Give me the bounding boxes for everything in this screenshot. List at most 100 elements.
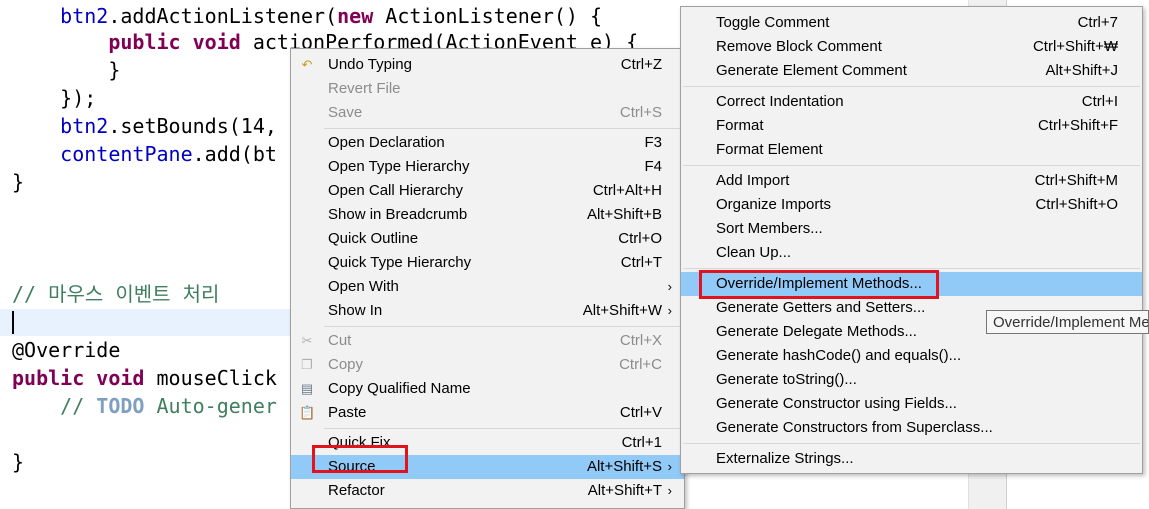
- menu-item-generate-element-comment[interactable]: Generate Element Comment Alt+Shift+J: [681, 59, 1142, 83]
- menu-item-shortcut: Alt+Shift+J: [1045, 62, 1118, 79]
- menu-item-shortcut: Ctrl+Alt+H: [592, 182, 662, 199]
- menu-item-shortcut: Ctrl+Shift+₩: [1032, 38, 1118, 55]
- menu-item-remove-block-comment[interactable]: Remove Block Comment Ctrl+Shift+₩: [681, 35, 1142, 59]
- code-text: .: [108, 4, 121, 28]
- code-field: contentPane: [60, 142, 193, 166]
- menu-item-organize-imports[interactable]: Organize Imports Ctrl+Shift+O: [681, 193, 1142, 217]
- code-comment: Auto-gener: [144, 394, 277, 418]
- menu-item-externalize-strings[interactable]: Externalize Strings...: [681, 447, 1142, 471]
- menu-item-undo-typing[interactable]: ↶ Undo Typing Ctrl+Z: [291, 53, 684, 77]
- menu-item-label: Open Type Hierarchy: [328, 158, 470, 175]
- paste-icon: 📋: [299, 405, 316, 420]
- code-line: }: [12, 56, 120, 84]
- code-todo: TODO: [96, 394, 145, 418]
- code-text: }: [12, 170, 25, 194]
- code-keyword: new: [337, 4, 374, 28]
- menu-item-sort-members[interactable]: Sort Members...: [681, 217, 1142, 241]
- menu-item-shortcut: Ctrl+S: [619, 104, 662, 121]
- menu-item-shortcut: Ctrl+I: [1081, 93, 1118, 110]
- menu-item-revert-file[interactable]: Revert File: [291, 77, 684, 101]
- menu-item-label: Local History: [328, 503, 415, 508]
- menu-item-label: Refactor: [328, 482, 385, 499]
- menu-item-label: Show In: [328, 302, 383, 319]
- menu-item-label: Toggle Comment: [716, 14, 830, 31]
- menu-item-open-declaration[interactable]: Open Declaration F3: [291, 131, 684, 155]
- menu-item-shortcut: Ctrl+Shift+M: [1034, 172, 1118, 189]
- menu-item-open-type-hierarchy[interactable]: Open Type Hierarchy F4: [291, 155, 684, 179]
- menu-item-open-call-hierarchy[interactable]: Open Call Hierarchy Ctrl+Alt+H: [291, 179, 684, 203]
- menu-item-quick-type-hierarchy[interactable]: Quick Type Hierarchy Ctrl+T: [291, 251, 684, 275]
- menu-separator: [324, 128, 682, 129]
- menu-item-open-with[interactable]: Open With ›: [291, 275, 684, 299]
- menu-item-format[interactable]: Format Ctrl+Shift+F: [681, 114, 1142, 138]
- menu-item-label: Clean Up...: [716, 244, 792, 261]
- menu-item-shortcut: Ctrl+Shift+F: [1037, 117, 1118, 134]
- code-text: addActionListener(: [120, 4, 338, 28]
- menu-item-label: Generate hashCode() and equals()...: [716, 347, 962, 364]
- menu-item-label: Open Call Hierarchy: [328, 182, 464, 199]
- menu-item-show-in-breadcrumb[interactable]: Show in Breadcrumb Alt+Shift+B: [291, 203, 684, 227]
- menu-item-label: Quick Outline: [328, 230, 419, 247]
- submenu-arrow-icon: ›: [667, 303, 672, 318]
- source-submenu: Toggle Comment Ctrl+7 Remove Block Comment…: [680, 6, 1143, 474]
- menu-item-show-in[interactable]: Show In Alt+Shift+W ›: [291, 299, 684, 323]
- menu-item-label: Remove Block Comment: [716, 38, 882, 55]
- code-keyword: void: [192, 30, 241, 54]
- tooltip: Override/Implement Methods...: [986, 310, 1149, 334]
- menu-item-shortcut: Ctrl+Z: [620, 56, 662, 73]
- menu-item-label: Sort Members...: [716, 220, 823, 237]
- menu-item-label: Generate Delegate Methods...: [716, 323, 917, 340]
- code-keyword: public: [108, 30, 181, 54]
- menu-item-copy[interactable]: ❐ Copy Ctrl+C: [291, 353, 684, 377]
- menu-item-label: Show in Breadcrumb: [328, 206, 468, 223]
- code-text: }: [108, 58, 121, 82]
- code-text: }: [12, 450, 25, 474]
- code-line: btn2.addActionListener(new ActionListene…: [12, 2, 602, 30]
- menu-item-generate-constructor-fields[interactable]: Generate Constructor using Fields...: [681, 392, 1142, 416]
- menu-item-paste[interactable]: 📋 Paste Ctrl+V: [291, 401, 684, 425]
- menu-item-correct-indentation[interactable]: Correct Indentation Ctrl+I: [681, 90, 1142, 114]
- menu-item-label: Generate Constructor using Fields...: [716, 395, 957, 412]
- menu-item-shortcut: Ctrl+Shift+O: [1035, 196, 1118, 213]
- menu-item-copy-qualified-name[interactable]: ▤ Copy Qualified Name: [291, 377, 684, 401]
- cut-icon: ✂: [301, 333, 313, 348]
- menu-item-local-history[interactable]: Local History ›: [291, 503, 684, 508]
- code-text: ActionListener() {: [373, 4, 603, 28]
- menu-item-label: Copy: [328, 356, 364, 373]
- menu-item-clean-up[interactable]: Clean Up...: [681, 241, 1142, 265]
- menu-item-generate-tostring[interactable]: Generate toString()...: [681, 368, 1142, 392]
- menu-item-shortcut: F3: [644, 134, 662, 151]
- menu-separator: [683, 86, 1140, 87]
- copy-qualified-name-icon: ▤: [300, 381, 314, 396]
- menu-item-format-element[interactable]: Format Element: [681, 138, 1142, 162]
- code-line: // 마우스 이벤트 처리: [12, 280, 219, 308]
- code-line: contentPane.add(bt: [12, 140, 277, 168]
- menu-item-toggle-comment[interactable]: Toggle Comment Ctrl+7: [681, 11, 1142, 35]
- menu-item-shortcut: F4: [644, 158, 662, 175]
- menu-item-shortcut: Alt+Shift+T: [587, 482, 662, 499]
- menu-item-generate-constructors-superclass[interactable]: Generate Constructors from Superclass...: [681, 416, 1142, 440]
- menu-item-shortcut: Alt+Shift+B: [586, 206, 662, 223]
- code-text: mouseClick: [144, 366, 277, 390]
- context-menu: ↶ Undo Typing Ctrl+Z Revert File Save Ctrl+S O…: [290, 48, 685, 509]
- menu-item-add-import[interactable]: Add Import Ctrl+Shift+M: [681, 169, 1142, 193]
- menu-item-quick-outline[interactable]: Quick Outline Ctrl+O: [291, 227, 684, 251]
- menu-separator: [683, 165, 1140, 166]
- code-comment: //: [60, 394, 97, 418]
- menu-item-label: Format Element: [716, 141, 823, 158]
- copy-icon: ❐: [301, 357, 313, 372]
- menu-item-label: Correct Indentation: [716, 93, 844, 110]
- menu-item-refactor[interactable]: Refactor Alt+Shift+T ›: [291, 479, 684, 503]
- menu-item-cut[interactable]: ✂ Cut Ctrl+X: [291, 329, 684, 353]
- menu-item-generate-hashcode-equals[interactable]: Generate hashCode() and equals()...: [681, 344, 1142, 368]
- menu-item-label: Open Declaration: [328, 134, 445, 151]
- code-text: @Override: [12, 338, 121, 362]
- menu-item-save[interactable]: Save Ctrl+S: [291, 101, 684, 125]
- menu-item-shortcut: Ctrl+V: [619, 404, 662, 421]
- code-keyword: void: [96, 366, 145, 390]
- source-highlight-box: [312, 445, 408, 473]
- menu-item-label: Generate Constructors from Superclass...: [716, 419, 993, 436]
- text-caret: [12, 311, 14, 334]
- code-line: public void mouseClick: [12, 364, 277, 392]
